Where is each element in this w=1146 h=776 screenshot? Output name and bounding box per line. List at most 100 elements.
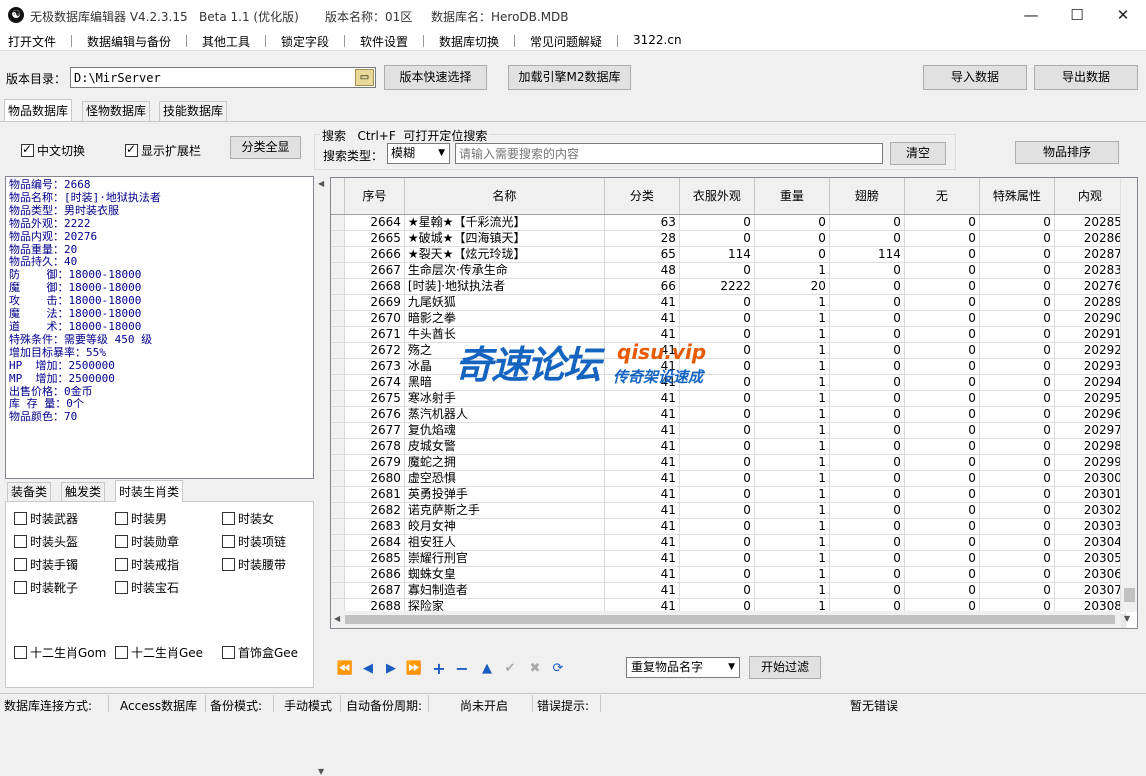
table-cell[interactable]: 0 xyxy=(679,486,755,503)
table-cell[interactable]: 2682 xyxy=(344,502,405,519)
table-cell[interactable]: 0 xyxy=(979,358,1055,375)
table-cell[interactable]: 20289 xyxy=(1054,294,1126,311)
table-row[interactable]: 2669 九尾妖狐 41 0 1 0 0 0 20289 xyxy=(331,294,1126,311)
table-cell[interactable]: 0 xyxy=(829,390,905,407)
column-header[interactable]: 翅膀 xyxy=(829,178,905,215)
table-cell[interactable]: 0 xyxy=(679,502,755,519)
row-indicator[interactable] xyxy=(331,486,345,503)
table-cell[interactable]: 0 xyxy=(829,262,905,279)
zodiac-checkbox[interactable]: 十二生肖Gom xyxy=(14,644,106,661)
table-cell[interactable]: 0 xyxy=(679,518,755,535)
table-cell[interactable]: 0 xyxy=(904,534,980,551)
row-indicator[interactable] xyxy=(331,326,345,343)
table-cell[interactable]: 0 xyxy=(754,246,830,263)
menu-faq[interactable]: 常见问题解疑 xyxy=(530,33,602,50)
table-cell[interactable]: 2679 xyxy=(344,454,405,471)
next-record-icon[interactable]: ▶ xyxy=(382,660,400,678)
table-cell[interactable]: 0 xyxy=(679,342,755,359)
table-cell[interactable]: 41 xyxy=(604,534,680,551)
row-indicator[interactable] xyxy=(331,518,345,535)
row-indicator[interactable] xyxy=(331,534,345,551)
table-cell[interactable]: 20295 xyxy=(1054,390,1126,407)
table-cell[interactable]: 0 xyxy=(829,470,905,487)
table-cell[interactable]: 41 xyxy=(604,486,680,503)
table-cell[interactable]: 114 xyxy=(829,246,905,263)
table-cell[interactable]: 41 xyxy=(604,518,680,535)
table-row[interactable]: 2684 祖安狂人 41 0 1 0 0 0 20304 xyxy=(331,534,1126,551)
table-cell[interactable]: 2664 xyxy=(344,214,405,231)
table-cell[interactable]: 皮城女警 xyxy=(404,438,605,455)
table-cell[interactable]: 0 xyxy=(754,230,830,247)
table-cell[interactable]: 0 xyxy=(829,422,905,439)
table-row[interactable]: 2668 [时装]·地狱执法者 66 2222 20 0 0 0 20276 xyxy=(331,278,1126,295)
table-cell[interactable]: 0 xyxy=(904,582,980,599)
table-cell[interactable]: 65 xyxy=(604,246,680,263)
table-row[interactable]: 2677 复仇焰魂 41 0 1 0 0 0 20297 xyxy=(331,422,1126,439)
table-cell[interactable]: 0 xyxy=(679,422,755,439)
table-cell[interactable]: 寡妇制造者 xyxy=(404,582,605,599)
table-cell[interactable]: ★星翰★【千彩流光】 xyxy=(404,214,605,231)
table-cell[interactable]: 0 xyxy=(979,518,1055,535)
row-indicator[interactable] xyxy=(331,566,345,583)
table-cell[interactable]: 20296 xyxy=(1054,406,1126,423)
table-cell[interactable]: 0 xyxy=(754,214,830,231)
table-cell[interactable]: 0 xyxy=(904,390,980,407)
table-cell[interactable]: 0 xyxy=(904,246,980,263)
table-cell[interactable]: 0 xyxy=(829,310,905,327)
table-cell[interactable]: 0 xyxy=(904,358,980,375)
table-cell[interactable]: 114 xyxy=(679,246,755,263)
column-header[interactable]: 分类 xyxy=(604,178,680,215)
first-record-icon[interactable]: ⏪ xyxy=(336,660,354,678)
menu-website[interactable]: 3122.cn xyxy=(633,33,682,47)
fashion-checkbox[interactable]: 时装戒指 xyxy=(115,556,179,573)
table-cell[interactable]: 0 xyxy=(829,374,905,391)
table-cell[interactable]: 0 xyxy=(829,326,905,343)
tab-equipment[interactable]: 装备类 xyxy=(7,482,52,502)
table-cell[interactable]: 0 xyxy=(979,502,1055,519)
clear-button[interactable]: 清空 xyxy=(890,142,946,165)
table-cell[interactable]: 1 xyxy=(754,390,830,407)
table-cell[interactable]: 0 xyxy=(829,406,905,423)
add-record-icon[interactable]: + xyxy=(430,660,448,678)
table-cell[interactable]: 0 xyxy=(679,214,755,231)
table-cell[interactable]: 0 xyxy=(979,326,1055,343)
table-cell[interactable]: 1 xyxy=(754,406,830,423)
table-cell[interactable]: 1 xyxy=(754,454,830,471)
row-indicator[interactable] xyxy=(331,438,345,455)
refresh-icon[interactable]: ⟳ xyxy=(549,660,567,678)
import-button[interactable]: 导入数据 xyxy=(923,65,1027,90)
table-cell[interactable]: 0 xyxy=(679,358,755,375)
table-cell[interactable]: 0 xyxy=(679,294,755,311)
table-cell[interactable]: 20 xyxy=(754,278,830,295)
table-cell[interactable]: 0 xyxy=(829,534,905,551)
close-icon[interactable]: ✕ xyxy=(1100,0,1146,31)
table-cell[interactable]: 1 xyxy=(754,294,830,311)
table-cell[interactable]: 0 xyxy=(904,550,980,567)
row-indicator[interactable] xyxy=(331,502,345,519)
row-indicator[interactable] xyxy=(331,470,345,487)
table-cell[interactable]: 20307 xyxy=(1054,582,1126,599)
table-cell[interactable]: 虚空恐惧 xyxy=(404,470,605,487)
table-row[interactable]: 2682 诺克萨斯之手 41 0 1 0 0 0 20302 xyxy=(331,502,1126,519)
table-cell[interactable]: 0 xyxy=(979,406,1055,423)
table-cell[interactable]: 41 xyxy=(604,294,680,311)
table-cell[interactable]: 20287 xyxy=(1054,246,1126,263)
table-cell[interactable]: 41 xyxy=(604,470,680,487)
column-header[interactable]: 无 xyxy=(904,178,980,215)
show-all-button[interactable]: 分类全显 xyxy=(230,136,301,159)
table-cell[interactable]: 1 xyxy=(754,518,830,535)
table-cell[interactable]: 1 xyxy=(754,310,830,327)
table-cell[interactable]: 2677 xyxy=(344,422,405,439)
sort-items-button[interactable]: 物品排序 xyxy=(1015,141,1119,164)
table-cell[interactable]: 41 xyxy=(604,358,680,375)
table-cell[interactable]: 41 xyxy=(604,422,680,439)
table-cell[interactable]: 1 xyxy=(754,486,830,503)
table-cell[interactable]: 20297 xyxy=(1054,422,1126,439)
table-cell[interactable]: 20300 xyxy=(1054,470,1126,487)
cancel-record-icon[interactable]: ✖ xyxy=(526,660,544,678)
table-cell[interactable]: 20303 xyxy=(1054,518,1126,535)
table-cell[interactable]: [时装]·地狱执法者 xyxy=(404,278,605,295)
zodiac-checkbox[interactable]: 首饰盒Gee xyxy=(222,644,298,661)
table-cell[interactable]: 41 xyxy=(604,438,680,455)
table-cell[interactable]: 0 xyxy=(829,230,905,247)
